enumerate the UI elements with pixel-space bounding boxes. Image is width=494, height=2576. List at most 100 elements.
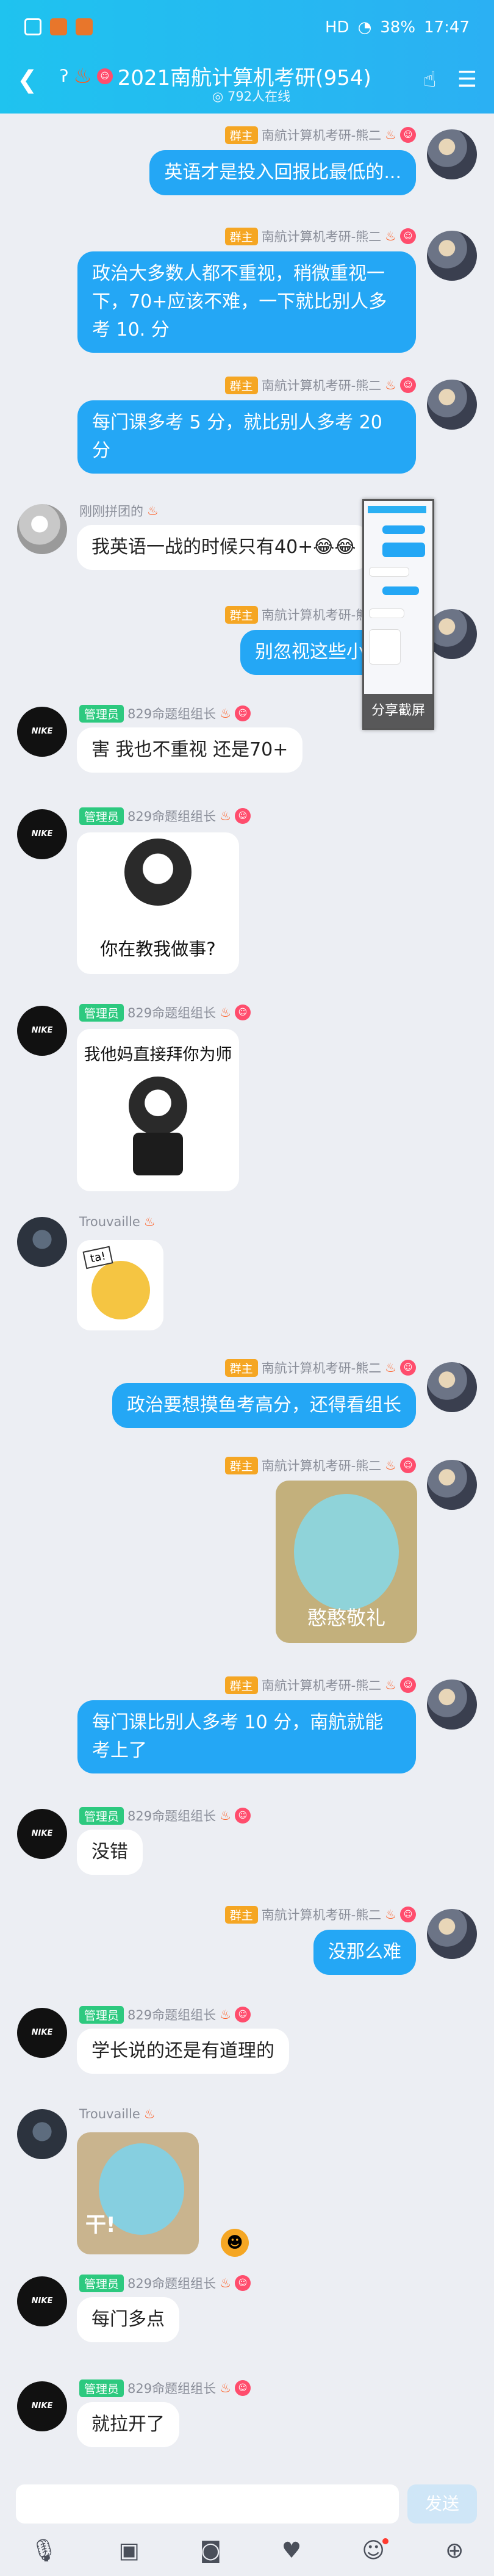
- wifi-icon: ◔: [357, 18, 372, 37]
- avatar[interactable]: [427, 1679, 477, 1730]
- back-icon[interactable]: ❮: [17, 66, 38, 94]
- sender-name[interactable]: 829命题组组长: [127, 2379, 216, 2397]
- fire-icon: ♨: [220, 2276, 231, 2290]
- sticker-image[interactable]: 憨憨敬礼: [276, 1481, 417, 1643]
- sender-name[interactable]: 829命题组组长: [127, 1003, 216, 1022]
- avatar[interactable]: [427, 1362, 477, 1412]
- avatar[interactable]: NIKE: [17, 2381, 67, 2431]
- sender-name[interactable]: 南航计算机考研-熊二: [262, 1676, 382, 1694]
- avatar[interactable]: [17, 1217, 67, 1267]
- sticker-caption: 憨憨敬礼: [307, 1606, 385, 1629]
- owner-badge: 群主: [224, 1676, 258, 1694]
- sender-name[interactable]: 南航计算机考研-熊二: [262, 227, 382, 245]
- thumb-bubble: [382, 543, 425, 557]
- message-bubble[interactable]: 没那么难: [313, 1930, 416, 1975]
- message-bubble[interactable]: 政治大多数人都不重视，稍微重视一下，70+应该不难，一下就比别人多考 10. 分: [77, 251, 416, 353]
- thumb-bubble: [382, 586, 419, 595]
- sender-name[interactable]: 829命题组组长: [127, 807, 216, 825]
- ear-icon: ʔ: [60, 66, 69, 86]
- level-icon: ☺: [234, 1005, 251, 1020]
- avatar[interactable]: [427, 1460, 477, 1510]
- avatar[interactable]: [427, 380, 477, 430]
- avatar[interactable]: NIKE: [17, 1809, 67, 1859]
- sender-name[interactable]: 刚刚拼团的: [79, 502, 143, 520]
- message-bubble[interactable]: 就拉开了: [77, 2402, 179, 2447]
- sender-name[interactable]: 南航计算机考研-熊二: [262, 376, 382, 394]
- message-bubble[interactable]: 每门多点: [77, 2297, 179, 2342]
- plus-icon[interactable]: ⊕: [445, 2538, 464, 2563]
- message-bubble[interactable]: 政治要想摸鱼考高分，还得看组长: [112, 1383, 416, 1428]
- share-screenshot-label[interactable]: 分享截屏: [364, 694, 432, 728]
- avatar[interactable]: [427, 1909, 477, 1959]
- avatar[interactable]: [427, 609, 477, 659]
- admin-badge: 管理员: [79, 1003, 124, 1022]
- send-button[interactable]: 发送: [407, 2484, 477, 2524]
- fire-icon: ♨: [385, 1458, 396, 1473]
- admin-badge: 管理员: [79, 807, 124, 825]
- owner-badge: 群主: [224, 126, 258, 144]
- sender-name[interactable]: 南航计算机考研-熊二: [262, 1358, 382, 1377]
- sticker-image[interactable]: 干!: [77, 2132, 199, 2254]
- sender-name[interactable]: 829命题组组长: [127, 2005, 216, 2024]
- message-list[interactable]: 群主 南航计算机考研-熊二 ♨ ☺ 英语才是投入回报比最低的... 群主 南航计算…: [0, 114, 494, 2478]
- sticker-image[interactable]: 我他妈直接拜你为师: [77, 1029, 239, 1191]
- owner-badge: 群主: [224, 1358, 258, 1377]
- avatar[interactable]: NIKE: [17, 1006, 67, 1056]
- sender-meta: 管理员 829命题组组长 ♨ ☺: [79, 1003, 251, 1022]
- gallery-icon: [24, 18, 41, 35]
- sender-name[interactable]: Trouvaille: [79, 1214, 140, 1229]
- avatar[interactable]: NIKE: [17, 2008, 67, 2058]
- admin-badge: 管理员: [79, 2274, 124, 2292]
- level-icon: ☺: [234, 2380, 251, 2396]
- image-icon[interactable]: ▣: [119, 2538, 140, 2563]
- emoji-face: [91, 1261, 150, 1319]
- chat-header: ❮ ʔ ♨ ☺ 2021南航计算机考研(954) ◎ 792人在线 ☝ ☰: [0, 59, 494, 114]
- admin-badge: 管理员: [79, 2005, 124, 2024]
- message-bubble[interactable]: 害 我也不重视 还是70+: [77, 727, 303, 773]
- sender-name[interactable]: Trouvaille: [79, 2107, 140, 2121]
- voice-icon[interactable]: 🎙: [30, 2538, 59, 2563]
- message-bubble[interactable]: 没错: [77, 1830, 143, 1875]
- avatar[interactable]: [427, 231, 477, 281]
- sender-name[interactable]: 829命题组组长: [127, 2274, 216, 2292]
- avatar[interactable]: [17, 504, 67, 554]
- level-icon: ☺: [400, 1457, 416, 1473]
- level-icon: ☺: [400, 377, 416, 393]
- emoji-icon[interactable]: ☺: [362, 2538, 388, 2563]
- avatar[interactable]: [427, 129, 477, 179]
- meme-body: [133, 1133, 183, 1175]
- sticker-image[interactable]: 你在教我做事?: [77, 832, 239, 974]
- sender-name[interactable]: 南航计算机考研-熊二: [262, 1456, 382, 1474]
- message-bubble[interactable]: 英语才是投入回报比最低的...: [149, 150, 416, 195]
- reaction-icon[interactable]: ☻: [221, 2229, 249, 2257]
- input-bar: 发送: [0, 2478, 494, 2525]
- level-icon: ☺: [400, 1907, 416, 1922]
- sender-meta: 群主 南航计算机考研-熊二 ♨ ☺: [224, 376, 416, 394]
- sender-name[interactable]: 829命题组组长: [127, 704, 216, 723]
- unread-dot: [382, 2538, 388, 2544]
- message-bubble[interactable]: 我英语一战的时候只有40+😂😂: [77, 525, 371, 570]
- message-bubble[interactable]: 每门课比别人多考 10 分，南航就能考上了: [77, 1700, 416, 1773]
- message-bubble[interactable]: 每门课多考 5 分，就比别人多考 20 分: [77, 400, 416, 474]
- screenshot-thumbnail[interactable]: 分享截屏: [362, 499, 434, 730]
- avatar[interactable]: NIKE: [17, 2276, 67, 2326]
- sticker-image[interactable]: ta!: [77, 1240, 163, 1330]
- level-icon: ☺: [234, 705, 251, 721]
- fire-icon: ♨: [220, 2007, 231, 2022]
- sender-name[interactable]: 南航计算机考研-熊二: [262, 1905, 382, 1924]
- avatar[interactable]: [17, 2109, 67, 2159]
- gift-icon[interactable]: ♥: [282, 2538, 301, 2563]
- camera-icon[interactable]: ◙: [200, 2538, 221, 2563]
- avatar[interactable]: NIKE: [17, 809, 67, 859]
- message-input[interactable]: [16, 2484, 399, 2524]
- avatar[interactable]: NIKE: [17, 707, 67, 757]
- fire-icon: ♨: [143, 1214, 156, 1229]
- sender-name[interactable]: 829命题组组长: [127, 1806, 216, 1825]
- message-bubble[interactable]: 学长说的还是有道理的: [77, 2029, 289, 2074]
- time: 17:47: [424, 18, 470, 37]
- people-icon[interactable]: ☝: [423, 67, 437, 92]
- menu-icon[interactable]: ☰: [457, 67, 477, 92]
- sticker-caption: 干!: [85, 2213, 116, 2237]
- meme-face: [129, 1077, 187, 1135]
- sender-name[interactable]: 南航计算机考研-熊二: [262, 126, 382, 144]
